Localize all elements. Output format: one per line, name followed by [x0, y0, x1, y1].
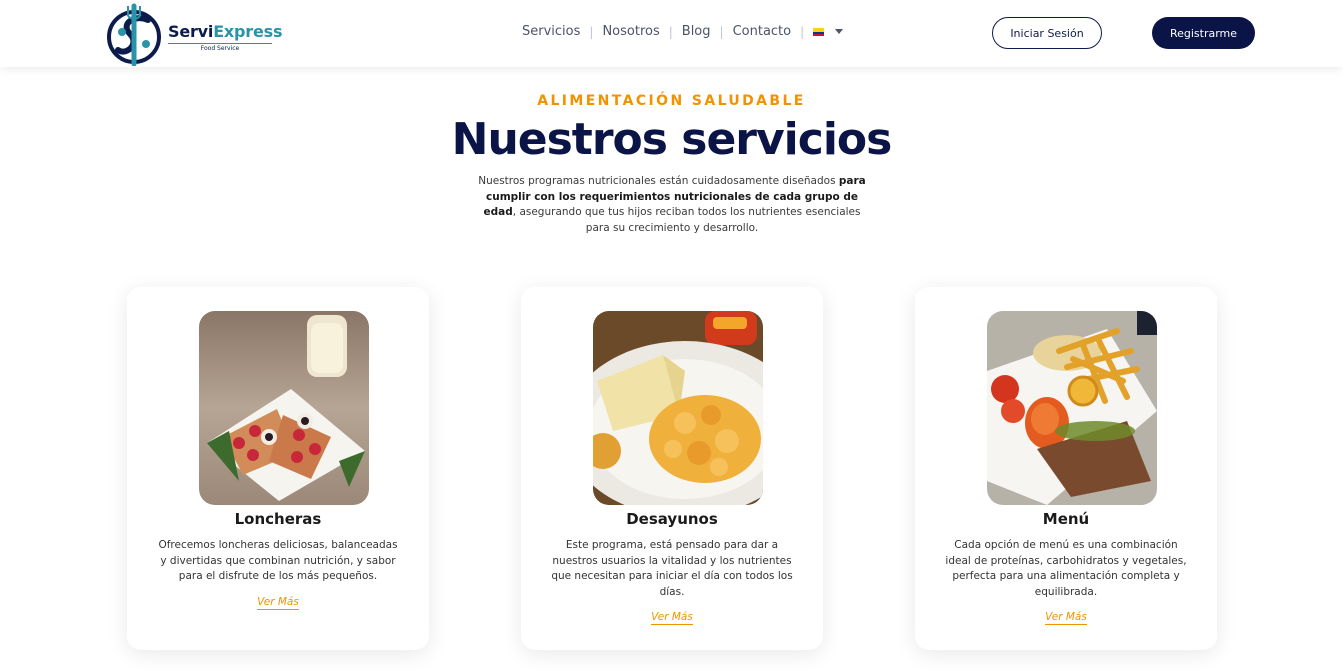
- language-selector[interactable]: [813, 24, 844, 39]
- ver-mas-label[interactable]: Ver Más: [651, 611, 693, 625]
- site-header: ServiExpress Food Service Servicios | No…: [0, 0, 1343, 67]
- loncheras-image: [199, 311, 369, 505]
- nav-blog[interactable]: Blog: [682, 24, 711, 39]
- logo-mark-icon: [107, 3, 161, 66]
- service-card-menu: Menú Cada opción de menú es una combinac…: [915, 287, 1217, 650]
- service-card-loncheras: Loncheras Ofrecemos loncheras deliciosas…: [127, 287, 429, 650]
- ver-mas-label[interactable]: Ver Más: [257, 596, 299, 610]
- logo-text: ServiExpress Food Service: [168, 22, 282, 52]
- main-nav: Servicios | Nosotros | Blog | Contacto |: [522, 24, 844, 39]
- brand-name-part1: Servi: [168, 22, 214, 41]
- brand-name: ServiExpress: [168, 22, 282, 41]
- login-button[interactable]: Iniciar Sesión: [992, 17, 1102, 49]
- intro-text: Nuestros programas nutricionales están c…: [478, 175, 839, 187]
- nav-separator: |: [668, 24, 673, 39]
- service-card-desayunos: Desayunos Este programa, está pensado pa…: [521, 287, 823, 650]
- loncheras-photo: [199, 311, 369, 505]
- card-title: Menú: [1042, 510, 1090, 528]
- card-description: Cada opción de menú es una combinación i…: [945, 539, 1187, 598]
- colombia-flag-icon: [813, 27, 825, 36]
- nav-servicios[interactable]: Servicios: [522, 24, 580, 39]
- section-intro: Nuestros programas nutricionales están c…: [472, 174, 872, 236]
- brand-logo[interactable]: ServiExpress Food Service: [104, 2, 282, 66]
- nav-separator: |: [719, 24, 724, 39]
- ver-mas-link[interactable]: Ver Más: [127, 596, 429, 610]
- nav-separator: |: [800, 24, 805, 39]
- desayunos-image: [593, 311, 763, 505]
- nav-separator: |: [589, 24, 594, 39]
- intro-text-end: , asegurando que tus hijos reciban todos…: [512, 206, 861, 234]
- card-title: Loncheras: [234, 510, 322, 528]
- nav-contacto[interactable]: Contacto: [733, 24, 792, 39]
- section-eyebrow: ALIMENTACIÓN SALUDABLE: [537, 93, 806, 109]
- brand-name-part2: Express: [213, 22, 283, 41]
- menu-image: [987, 311, 1157, 505]
- card-description: Este programa, está pensado para dar a n…: [551, 539, 793, 598]
- ver-mas-link[interactable]: Ver Más: [521, 611, 823, 625]
- chevron-down-icon: [835, 29, 844, 34]
- nav-nosotros[interactable]: Nosotros: [602, 24, 659, 39]
- ver-mas-label[interactable]: Ver Más: [1045, 611, 1087, 625]
- card-description: Ofrecemos loncheras deliciosas, balancea…: [158, 539, 398, 582]
- card-title: Desayunos: [626, 510, 718, 528]
- menu-photo: [987, 311, 1157, 505]
- register-button[interactable]: Registrarme: [1152, 17, 1255, 49]
- brand-tagline: Food Service: [168, 43, 272, 52]
- desayunos-photo: [593, 311, 763, 505]
- ver-mas-link[interactable]: Ver Más: [915, 611, 1217, 625]
- page-title: Nuestros servicios: [451, 114, 893, 165]
